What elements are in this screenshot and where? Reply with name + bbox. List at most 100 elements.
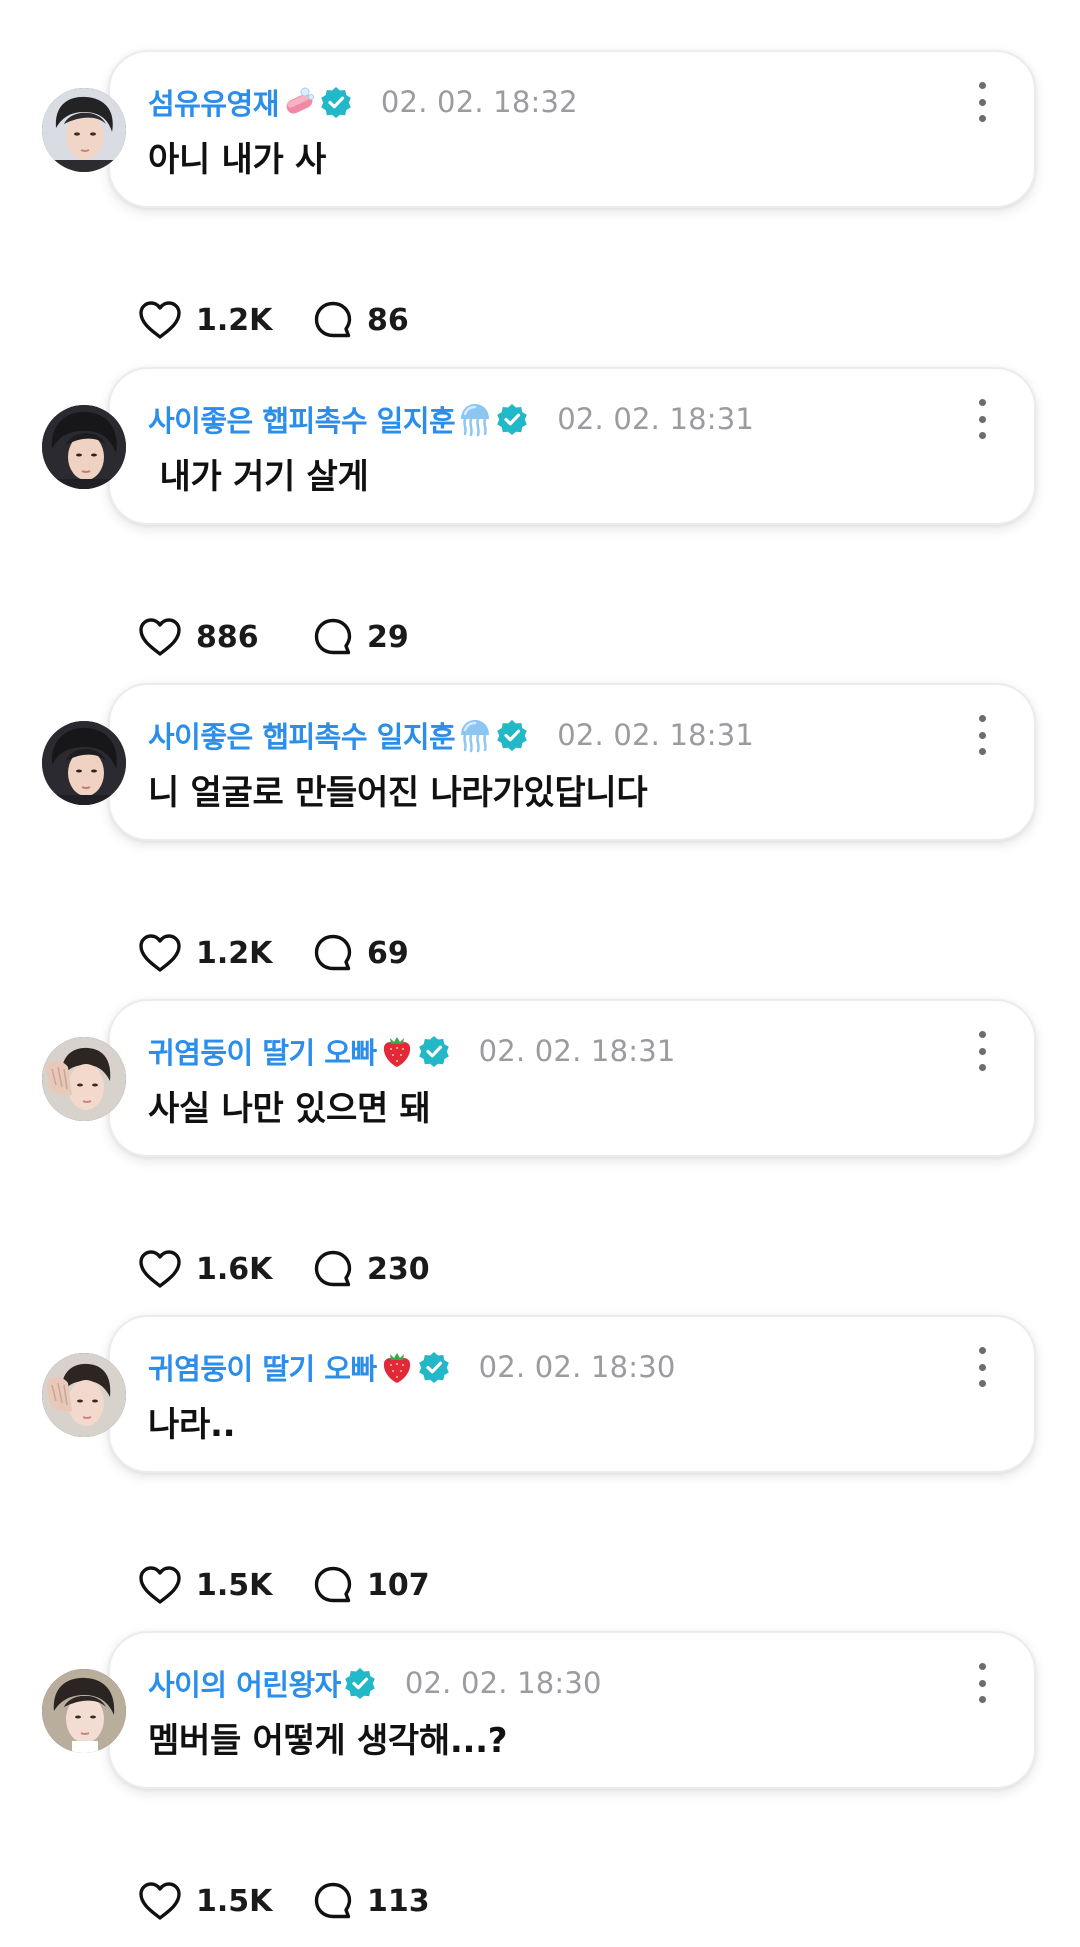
reply-button[interactable]: 29 (313, 617, 409, 657)
like-button[interactable]: 1.2K (138, 300, 313, 340)
comment-bubble[interactable]: 사이좋은 햅피촉수 일지훈 (108, 683, 1036, 841)
more-options-icon[interactable] (970, 399, 994, 439)
comment-text: 아니 내가 사 (148, 140, 326, 180)
heart-outline-icon (139, 934, 181, 972)
more-options-icon[interactable] (970, 82, 994, 122)
comment-card: 사이의 어린왕자 02. 02. 18:30 멤버들 어떻게 생각해...? 1… (0, 1631, 1080, 1947)
heart-outline-icon (139, 1250, 181, 1288)
like-count: 1.5K (196, 1883, 273, 1919)
verified-badge-icon (319, 85, 353, 119)
username[interactable]: 귀염둥이 딸기 오빠 (148, 1030, 377, 1072)
username[interactable]: 사이좋은 햅피촉수 일지훈 (148, 714, 456, 756)
comment-bubble[interactable]: 귀염둥이 딸기 오빠 (108, 1315, 1036, 1473)
comment-card: 사이좋은 햅피촉수 일지훈 (0, 367, 1080, 683)
reply-button[interactable]: 107 (313, 1565, 430, 1605)
comment-header: 사이좋은 햅피촉수 일지훈 02. 02. 18:31 (148, 397, 754, 441)
avatar[interactable] (42, 405, 126, 489)
avatar[interactable] (42, 721, 126, 805)
strawberry-emoji-icon (379, 1033, 415, 1069)
reply-count: 29 (367, 619, 409, 655)
avatar[interactable] (42, 1353, 126, 1437)
speech-bubble-outline-icon (314, 934, 352, 971)
verified-badge-icon (417, 1034, 451, 1068)
comment-bubble[interactable]: 사이의 어린왕자 02. 02. 18:30 멤버들 어떻게 생각해...? (108, 1631, 1036, 1789)
comment-text: 내가 거기 살게 (148, 457, 369, 497)
username[interactable]: 사이의 어린왕자 (148, 1662, 341, 1704)
comment-actions: 1.6K 230 (138, 1243, 430, 1295)
like-count: 1.2K (196, 935, 273, 971)
like-button[interactable]: 1.5K (138, 1565, 313, 1605)
like-count: 1.2K (196, 302, 273, 338)
jellyfish-emoji-icon (457, 401, 493, 437)
more-options-icon[interactable] (970, 715, 994, 755)
speech-bubble-outline-icon (314, 301, 352, 338)
comment-bubble[interactable]: 사이좋은 햅피촉수 일지훈 (108, 367, 1036, 525)
heart-outline-icon (139, 618, 181, 656)
verified-badge-icon (417, 1350, 451, 1384)
avatar[interactable] (42, 1669, 126, 1753)
like-count: 886 (196, 619, 259, 655)
comment-header: 귀염둥이 딸기 오빠 (148, 1029, 676, 1073)
timestamp: 02. 02. 18:32 (380, 85, 578, 119)
speech-bubble-outline-icon (314, 618, 352, 655)
like-button[interactable]: 1.2K (138, 933, 313, 973)
avatar[interactable] (42, 88, 126, 172)
comment-actions: 1.2K 86 (138, 294, 409, 346)
avatar[interactable] (42, 1037, 126, 1121)
comment-card: 귀염둥이 딸기 오빠 (0, 999, 1080, 1315)
soap-emoji-icon (281, 84, 317, 120)
reply-count: 230 (367, 1251, 430, 1287)
more-options-icon[interactable] (970, 1347, 994, 1387)
more-options-icon[interactable] (970, 1663, 994, 1703)
comment-card: 섬유유영재 02. 02. 18:32 아니 내가 사 1.2K 86 (0, 50, 1080, 366)
timestamp: 02. 02. 18:31 (478, 1034, 676, 1068)
verified-badge-icon (495, 718, 529, 752)
comment-bubble[interactable]: 귀염둥이 딸기 오빠 (108, 999, 1036, 1157)
comment-text: 멤버들 어떻게 생각해...? (148, 1721, 508, 1761)
jellyfish-emoji-icon (457, 717, 493, 753)
username[interactable]: 섬유유영재 (148, 81, 279, 123)
reply-button[interactable]: 230 (313, 1249, 430, 1289)
comment-header: 섬유유영재 02. 02. 18:32 (148, 80, 578, 124)
timestamp: 02. 02. 18:31 (557, 718, 755, 752)
timestamp: 02. 02. 18:30 (478, 1350, 676, 1384)
reply-button[interactable]: 86 (313, 300, 409, 340)
comment-header: 귀염둥이 딸기 오빠 (148, 1345, 676, 1389)
speech-bubble-outline-icon (314, 1250, 352, 1287)
reply-button[interactable]: 113 (313, 1881, 430, 1921)
username[interactable]: 귀염둥이 딸기 오빠 (148, 1346, 377, 1388)
strawberry-emoji-icon (379, 1349, 415, 1385)
comment-header: 사이좋은 햅피촉수 일지훈 02. 02. 18:31 (148, 713, 754, 757)
comment-text: 니 얼굴로 만들어진 나라가있답니다 (148, 773, 648, 813)
comment-text: 사실 나만 있으면 돼 (148, 1089, 431, 1129)
verified-badge-icon (495, 402, 529, 436)
username[interactable]: 사이좋은 햅피촉수 일지훈 (148, 398, 456, 440)
comment-card: 귀염둥이 딸기 오빠 (0, 1315, 1080, 1631)
timestamp: 02. 02. 18:31 (557, 402, 755, 436)
reply-count: 86 (367, 302, 409, 338)
like-count: 1.5K (196, 1567, 273, 1603)
like-button[interactable]: 1.5K (138, 1881, 313, 1921)
comment-card: 사이좋은 햅피촉수 일지훈 (0, 683, 1080, 999)
comment-bubble[interactable]: 섬유유영재 02. 02. 18:32 아니 내가 사 (108, 50, 1036, 208)
comment-header: 사이의 어린왕자 02. 02. 18:30 (148, 1661, 602, 1705)
like-button[interactable]: 886 (138, 617, 313, 657)
heart-outline-icon (139, 1882, 181, 1920)
more-options-icon[interactable] (970, 1031, 994, 1071)
comment-actions: 1.2K 69 (138, 927, 409, 979)
like-button[interactable]: 1.6K (138, 1249, 313, 1289)
comment-actions: 1.5K 107 (138, 1559, 430, 1611)
comment-actions: 1.5K 113 (138, 1875, 430, 1927)
comment-text: 나라.. (148, 1405, 236, 1445)
speech-bubble-outline-icon (314, 1566, 352, 1603)
heart-outline-icon (139, 301, 181, 339)
reply-button[interactable]: 69 (313, 933, 409, 973)
speech-bubble-outline-icon (314, 1882, 352, 1919)
heart-outline-icon (139, 1566, 181, 1604)
reply-count: 113 (367, 1883, 430, 1919)
reply-count: 107 (367, 1567, 430, 1603)
timestamp: 02. 02. 18:30 (404, 1666, 602, 1700)
comment-actions: 886 29 (138, 611, 409, 663)
verified-badge-icon (343, 1666, 377, 1700)
reply-count: 69 (367, 935, 409, 971)
